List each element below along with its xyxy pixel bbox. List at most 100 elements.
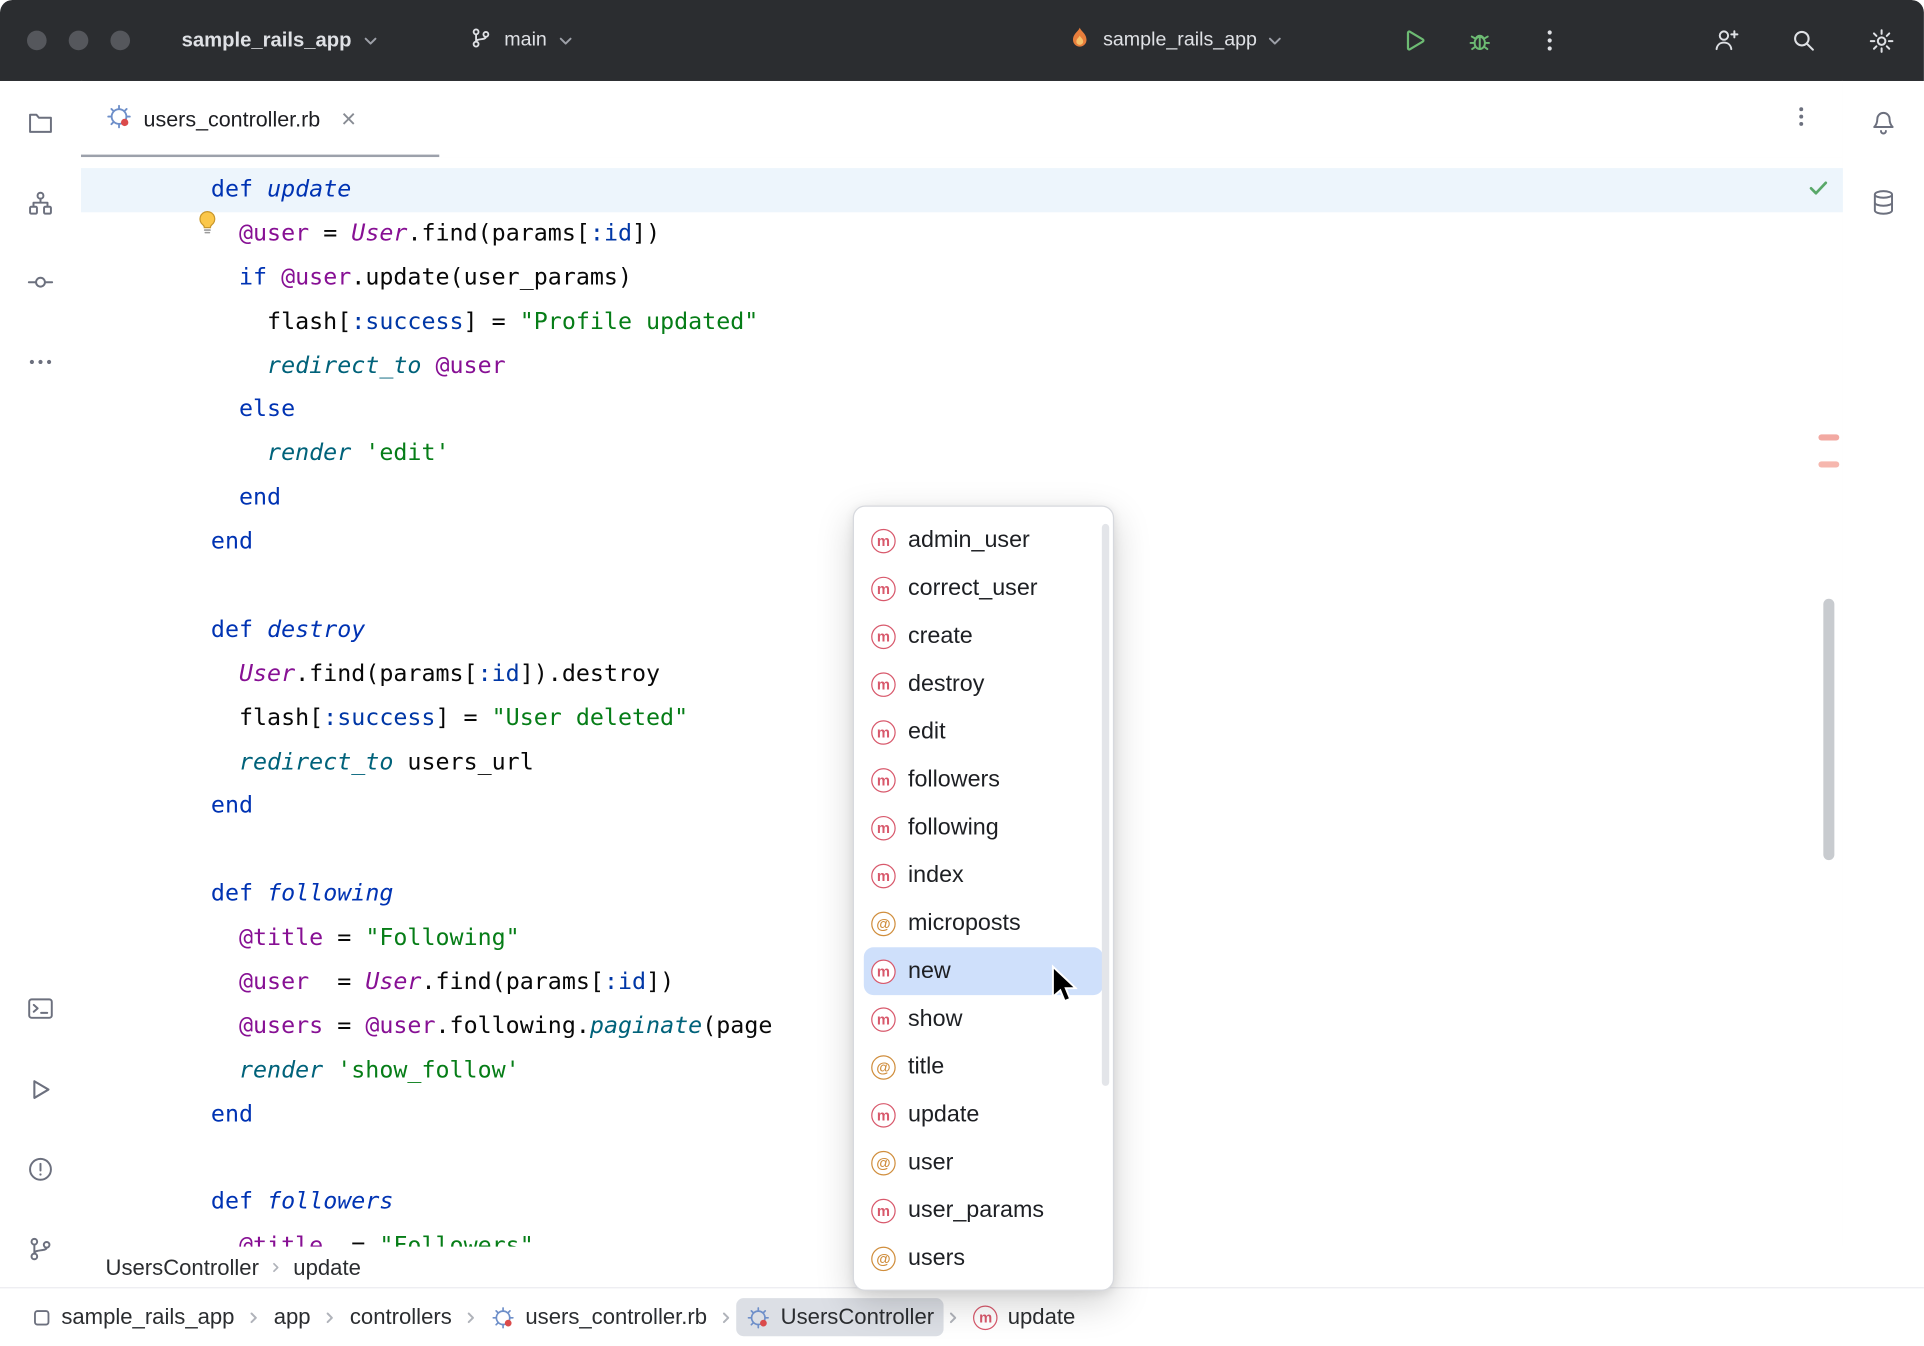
structure-tool-icon[interactable] <box>25 188 57 220</box>
popup-item-label: edit <box>908 718 946 745</box>
popup-item-users[interactable]: @ users <box>864 1234 1103 1282</box>
navbar-item-app[interactable]: app <box>264 1298 320 1336</box>
popup-item-admin_user[interactable]: madmin_user <box>864 517 1103 565</box>
editor-options-icon[interactable] <box>1789 104 1814 135</box>
navbar-item-label: UsersController <box>781 1304 934 1330</box>
minimize-window-button[interactable] <box>69 31 89 51</box>
navbar-item-UsersController[interactable]: UsersController <box>737 1298 944 1336</box>
popup-item-user_params[interactable]: m user_params <box>864 1187 1103 1235</box>
search-everywhere-button[interactable] <box>1789 26 1818 55</box>
code-line[interactable]: @user = User.find(params[:id]) <box>81 212 1843 256</box>
attribute-icon: @ <box>871 1246 896 1271</box>
popup-item-following[interactable]: mfollowing <box>864 804 1103 852</box>
debug-button[interactable] <box>1465 26 1494 55</box>
method-icon: m <box>871 720 896 745</box>
window-controls <box>27 31 130 51</box>
code-line[interactable]: if @user.update(user_params) <box>81 256 1843 300</box>
notifications-bell-icon[interactable] <box>1867 107 1899 139</box>
popup-item-label: new <box>908 958 951 985</box>
terminal-tool-icon[interactable] <box>25 993 57 1025</box>
popup-item-followers[interactable]: m followers <box>864 756 1103 804</box>
popup-item-destroy[interactable]: m destroy <box>864 660 1103 708</box>
popup-item-label: users <box>908 1245 965 1272</box>
chevron-down-icon <box>558 31 573 53</box>
method-icon: m <box>871 672 896 697</box>
popup-item-label: update <box>908 1101 979 1128</box>
navbar-item-users_controller.rb[interactable]: users_controller.rb <box>481 1298 717 1336</box>
vcs-branch-widget[interactable]: main <box>469 0 573 81</box>
more-tool-windows-icon[interactable] <box>25 346 57 378</box>
run-button[interactable] <box>1399 26 1428 55</box>
navbar-item-update[interactable]: mupdate <box>964 1298 1086 1336</box>
code-with-me-button[interactable] <box>1712 26 1741 55</box>
navbar-item-label: controllers <box>350 1304 452 1330</box>
branch-name: main <box>504 29 547 51</box>
navbar-item-label: users_controller.rb <box>525 1304 707 1330</box>
attribute-icon: @ <box>871 1150 896 1175</box>
structure-popup-list: madmin_usermcorrect_usermcreatemdestroym… <box>854 517 1113 1283</box>
popup-item-microposts[interactable]: @ microposts <box>864 899 1103 947</box>
popup-item-create[interactable]: mcreate <box>864 612 1103 660</box>
popup-item-label: microposts <box>908 910 1021 937</box>
error-stripe-mark[interactable] <box>1818 461 1839 467</box>
method-icon: m <box>871 1198 896 1223</box>
method-icon: m <box>871 959 896 984</box>
attribute-icon: @ <box>871 911 896 936</box>
commit-tool-icon[interactable] <box>25 266 57 298</box>
method-icon: m <box>871 1007 896 1032</box>
titlebar: sample_rails_app main sample_rails_app <box>0 0 1924 81</box>
navbar-item-sample_rails_app[interactable]: sample_rails_app <box>22 1298 244 1336</box>
popup-item-edit[interactable]: medit <box>864 708 1103 756</box>
intention-bulb-icon[interactable] <box>194 209 221 242</box>
method-icon: m <box>871 576 896 601</box>
navigation-bar: sample_rails_app app controllers users_cont… <box>0 1287 1924 1346</box>
popup-item-label: correct_user <box>908 575 1038 602</box>
popup-item-label: destroy <box>908 671 984 698</box>
code-line[interactable]: def update <box>81 168 1843 212</box>
close-window-button[interactable] <box>27 31 47 51</box>
error-stripe-mark[interactable] <box>1818 434 1839 440</box>
navbar-item-controllers[interactable]: controllers <box>340 1298 462 1336</box>
project-tool-icon[interactable] <box>25 107 57 139</box>
run-configuration-widget[interactable]: sample_rails_app <box>1067 0 1282 81</box>
project-name: sample_rails_app <box>182 29 352 52</box>
popup-item-label: admin_user <box>908 527 1030 554</box>
popup-item-title[interactable]: @title <box>864 1043 1103 1091</box>
chevron-right-icon <box>246 1309 263 1326</box>
navbar-item-label: app <box>274 1304 311 1330</box>
editor-tab-bar: users_controller.rb × <box>81 81 1843 158</box>
git-branch-icon <box>469 25 494 56</box>
popup-item-index[interactable]: mindex <box>864 852 1103 900</box>
project-widget[interactable]: sample_rails_app <box>182 0 378 81</box>
version-control-tool-icon[interactable] <box>25 1233 57 1265</box>
editor-scrollbar[interactable] <box>1823 599 1834 860</box>
popup-scrollbar[interactable] <box>1102 524 1109 1086</box>
method-icon: m <box>871 767 896 792</box>
tab-label: users_controller.rb <box>144 106 321 132</box>
problems-tool-icon[interactable] <box>25 1153 57 1185</box>
popup-item-label: create <box>908 623 973 650</box>
code-line[interactable]: render 'edit' <box>81 432 1843 476</box>
popup-item-update[interactable]: mupdate <box>864 1091 1103 1139</box>
popup-item-label: user_params <box>908 1197 1044 1224</box>
popup-item-label: followers <box>908 766 1000 793</box>
popup-item-correct_user[interactable]: m correct_user <box>864 564 1103 612</box>
chevron-right-icon <box>463 1309 480 1326</box>
code-line[interactable]: flash[:success] = "Profile updated" <box>81 300 1843 344</box>
close-tab-icon[interactable]: × <box>341 106 356 132</box>
code-line[interactable]: redirect_to @user <box>81 344 1843 388</box>
popup-item-user[interactable]: @user <box>864 1139 1103 1187</box>
inspections-passed-icon[interactable] <box>1806 175 1831 206</box>
code-line[interactable]: else <box>81 388 1843 432</box>
method-icon: m <box>871 1102 896 1127</box>
breadcrumb-method[interactable]: update <box>293 1255 361 1281</box>
run-config-icon <box>1067 25 1092 56</box>
run-tool-icon[interactable] <box>25 1074 57 1106</box>
settings-gear-icon[interactable] <box>1866 26 1895 55</box>
breadcrumb-class[interactable]: UsersController <box>106 1255 259 1281</box>
database-tool-icon[interactable] <box>1867 187 1899 219</box>
zoom-window-button[interactable] <box>110 31 130 51</box>
tab-users-controller[interactable]: users_controller.rb × <box>98 81 363 157</box>
right-tool-stripe <box>1842 81 1924 1288</box>
more-actions-button[interactable] <box>1535 26 1564 55</box>
